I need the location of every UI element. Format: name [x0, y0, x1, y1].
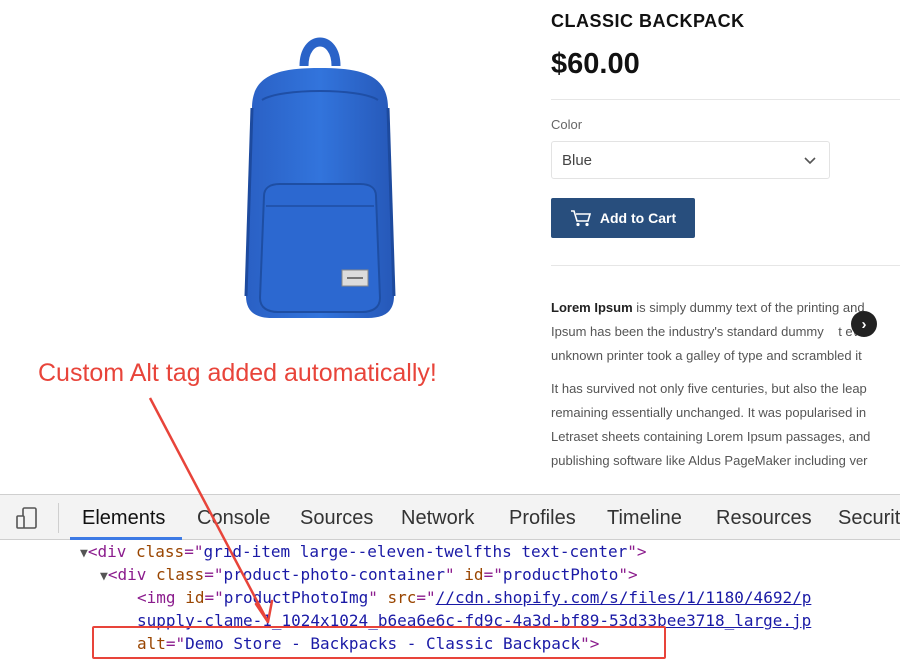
desc-line: remaining essentially unchanged. It was …: [551, 405, 867, 420]
chevron-down-icon: [804, 157, 816, 165]
tag-name: div: [97, 542, 127, 561]
color-label: Color: [551, 117, 583, 132]
attr-value: productPhoto: [502, 565, 619, 584]
desc-line: unknown printer took a galley of type an…: [551, 348, 862, 363]
tab-profiles[interactable]: Profiles: [509, 507, 576, 530]
expand-triangle-icon[interactable]: ▼: [80, 546, 88, 561]
expand-triangle-icon[interactable]: ▼: [100, 569, 108, 584]
next-arrow-icon[interactable]: ›: [851, 311, 877, 337]
device-toggle-icon[interactable]: [14, 505, 40, 531]
attr-name: id: [185, 588, 205, 607]
divider: [551, 99, 900, 100]
backpack-image: [244, 37, 396, 318]
product-description-1: Lorem Ipsum is simply dummy text of the …: [551, 296, 900, 368]
desc-line: Letraset sheets containing Lorem Ipsum p…: [551, 429, 871, 444]
tab-console[interactable]: Console: [197, 507, 270, 530]
tab-resources[interactable]: Resources: [716, 507, 812, 530]
desc-line: Lorem Ipsum is simply dummy text of the …: [551, 296, 900, 320]
annotation-text: Custom Alt tag added automatically!: [38, 359, 437, 387]
desc-line: Ipsum has been the industry's standard d…: [551, 320, 900, 344]
desc-line: publishing software like Aldus PageMaker…: [551, 453, 868, 468]
product-description-2: It has survived not only five centuries,…: [551, 377, 900, 473]
product-price: $60.00: [551, 48, 640, 80]
tab-security[interactable]: Securit: [838, 507, 900, 530]
attr-name: class: [136, 542, 185, 561]
devtools-toolbar: Elements Console Sources Network Profile…: [0, 495, 900, 540]
dom-node[interactable]: ▼<div class="product-photo-container" id…: [100, 563, 638, 586]
attr-name: id: [464, 565, 484, 584]
attr-value: grid-item large--eleven-twelfths text-ce…: [203, 542, 628, 561]
tab-elements[interactable]: Elements: [82, 507, 165, 530]
tag-name: div: [117, 565, 147, 584]
product-title: CLASSIC BACKPACK: [551, 11, 745, 31]
attr-name: class: [156, 565, 205, 584]
divider: [551, 265, 900, 266]
alt-highlight-box: [92, 626, 666, 659]
dom-node[interactable]: ▼<div class="grid-item large--eleven-twe…: [80, 540, 647, 563]
add-to-cart-button[interactable]: Add to Cart: [551, 198, 695, 238]
tab-sources[interactable]: Sources: [300, 507, 373, 530]
color-select-value: Blue: [562, 152, 593, 169]
tab-timeline[interactable]: Timeline: [607, 507, 682, 530]
desc-line: It has survived not only five centuries,…: [551, 381, 867, 396]
src-link[interactable]: //cdn.shopify.com/s/files/1/1180/4692/p: [436, 588, 812, 607]
color-select[interactable]: Blue: [551, 141, 830, 179]
attr-name: src: [387, 588, 417, 607]
tag-name: img: [146, 588, 176, 607]
add-to-cart-label: Add to Cart: [599, 210, 677, 226]
attr-value: product-photo-container: [223, 565, 446, 584]
tab-network[interactable]: Network: [401, 507, 474, 530]
product-image[interactable]: [200, 28, 440, 328]
desc-text: is simply dummy text of the printing and: [632, 300, 865, 315]
dom-node[interactable]: <img id="productPhotoImg" src="//cdn.sho…: [137, 586, 811, 609]
desc-text: Ipsum has been the industry's standard d…: [551, 324, 824, 339]
desc-bold: Lorem Ipsum: [551, 300, 633, 315]
cart-icon: [570, 210, 591, 227]
attr-value: productPhotoImg: [223, 588, 369, 607]
toolbar-separator: [58, 503, 59, 533]
